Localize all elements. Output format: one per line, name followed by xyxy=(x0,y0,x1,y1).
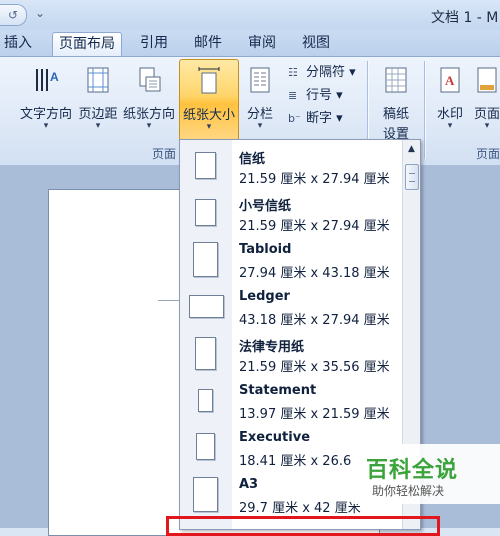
orientation-button[interactable]: 纸张方向 ▾ xyxy=(120,59,178,139)
page-shape-icon xyxy=(195,152,216,179)
margins-icon xyxy=(87,67,109,93)
paper-size-name: 信纸 xyxy=(239,152,266,167)
group-label-page-background: 页面 xyxy=(476,147,500,161)
paper-size-option[interactable]: 信纸 21.59 厘米 x 27.94 厘米 xyxy=(180,142,402,189)
chevron-down-icon: ▾ xyxy=(349,65,356,80)
text-direction-label: 文字方向 xyxy=(19,107,72,122)
breaks-label: 分隔符 xyxy=(306,65,346,80)
page-color-label: 页面 xyxy=(474,107,500,122)
paper-size-name: 法律专用纸 xyxy=(239,340,305,355)
paper-size-dims: 29.7 厘米 x 42 厘米 xyxy=(239,501,361,516)
chevron-down-icon: ▾ xyxy=(336,111,343,126)
paper-size-name: Executive xyxy=(239,430,311,445)
paper-size-name: Ledger xyxy=(239,289,290,304)
group-label-page-setup: 页面 xyxy=(152,147,177,161)
svg-text:A: A xyxy=(50,70,59,84)
title-bar: ↺ ⌄ 文档 1 - M xyxy=(0,0,500,30)
manuscript-icon xyxy=(385,67,407,93)
chevron-down-icon: ▾ xyxy=(484,121,490,131)
page-shape-icon xyxy=(195,199,216,226)
paper-size-option[interactable]: Statement 13.97 厘米 x 21.59 厘米 xyxy=(180,377,402,424)
window-title: 文档 1 - M xyxy=(431,10,499,26)
paper-size-name: A3 xyxy=(239,477,259,492)
chevron-down-icon: ▾ xyxy=(336,88,343,103)
watermark-title: 百科全说 xyxy=(366,458,459,483)
line-numbers-icon: ≣ xyxy=(288,89,298,102)
paper-size-label: 纸张大小 xyxy=(182,108,235,123)
page-shape-icon xyxy=(193,242,218,277)
breaks-button[interactable]: ☷ 分隔符 ▾ xyxy=(288,63,356,83)
paper-size-dims: 18.41 厘米 x 26.6 xyxy=(239,454,352,469)
chevron-down-icon: ▾ xyxy=(206,122,212,132)
line-numbers-button[interactable]: ≣ 行号 ▾ xyxy=(288,86,343,106)
columns-label: 分栏 xyxy=(246,107,273,122)
watermark-label: 水印 xyxy=(436,107,463,122)
manuscript-label-line1: 稿纸 xyxy=(382,107,409,122)
line-numbers-label: 行号 xyxy=(306,88,333,103)
page-shape-icon xyxy=(189,295,224,318)
breaks-icon: ☷ xyxy=(288,66,298,79)
undo-icon[interactable]: ↺ xyxy=(0,4,27,26)
paper-size-name: Statement xyxy=(239,383,317,398)
page-color-icon xyxy=(477,67,497,93)
text-direction-icon: A xyxy=(36,69,59,91)
paper-size-option[interactable]: 小号信纸 21.59 厘米 x 27.94 厘米 xyxy=(180,189,402,236)
paper-size-option[interactable]: 法律专用纸 21.59 厘米 x 35.56 厘米 xyxy=(180,330,402,377)
group-separator xyxy=(424,61,425,159)
tab-references[interactable]: 引用 xyxy=(140,32,168,55)
tab-mailings[interactable]: 邮件 xyxy=(194,32,222,55)
undo-glyph: ↺ xyxy=(7,8,19,22)
manuscript-settings-button[interactable]: 稿纸 设置 xyxy=(372,59,420,143)
tab-review[interactable]: 审阅 xyxy=(248,32,276,55)
page-shape-icon xyxy=(196,433,215,460)
hyphenation-label: 断字 xyxy=(306,111,333,126)
highlight-box xyxy=(166,516,440,536)
paper-size-dims: 27.94 厘米 x 43.18 厘米 xyxy=(239,266,390,281)
quick-access-customize-icon[interactable]: ⌄ xyxy=(35,6,45,20)
paper-size-name: 小号信纸 xyxy=(239,199,292,214)
chevron-down-icon: ▾ xyxy=(146,121,152,131)
paper-size-name: Tabloid xyxy=(239,242,292,257)
chevron-down-icon: ▾ xyxy=(95,121,101,131)
paper-size-option[interactable]: Tabloid 27.94 厘米 x 43.18 厘米 xyxy=(180,236,402,283)
text-direction-button[interactable]: A 文字方向 ▾ xyxy=(14,59,78,139)
tab-insert[interactable]: 插入 xyxy=(4,32,32,55)
orientation-label: 纸张方向 xyxy=(122,107,175,122)
site-watermark: 百科全说 助你轻松解决 xyxy=(352,444,500,504)
columns-button[interactable]: 分栏 ▾ xyxy=(240,59,280,139)
margins-label: 页边距 xyxy=(78,107,118,122)
watermark-icon: A xyxy=(440,67,460,93)
margins-button[interactable]: 页边距 ▾ xyxy=(76,59,120,139)
watermark-button[interactable]: A 水印 ▾ xyxy=(430,59,470,139)
orientation-icon xyxy=(139,67,161,92)
ribbon-tab-row: 插入 页面布局 引用 邮件 审阅 视图 xyxy=(0,30,500,56)
paper-size-dims: 43.18 厘米 x 27.94 厘米 xyxy=(239,313,390,328)
paper-size-icon xyxy=(198,67,220,94)
page-shape-icon xyxy=(195,337,216,370)
hyphenation-icon: b⁻ xyxy=(288,112,301,125)
tab-page-layout[interactable]: 页面布局 xyxy=(52,32,122,56)
tab-view[interactable]: 视图 xyxy=(302,32,330,55)
watermark-subtitle: 助你轻松解决 xyxy=(372,484,445,498)
svg-text:A: A xyxy=(445,73,455,88)
scroll-up-icon[interactable]: ▲ xyxy=(403,144,420,158)
columns-icon xyxy=(250,67,270,93)
page-shape-icon xyxy=(193,477,218,512)
paper-size-dims: 13.97 厘米 x 21.59 厘米 xyxy=(239,407,390,422)
paper-size-button[interactable]: 纸张大小 ▾ xyxy=(179,59,239,141)
chevron-down-icon: ▾ xyxy=(43,121,49,131)
chevron-down-icon: ▾ xyxy=(257,121,263,131)
paper-size-dims: 21.59 厘米 x 35.56 厘米 xyxy=(239,360,390,375)
paper-size-dims: 21.59 厘米 x 27.94 厘米 xyxy=(239,219,390,234)
paper-size-option[interactable]: Ledger 43.18 厘米 x 27.94 厘米 xyxy=(180,283,402,330)
margin-corner-mark xyxy=(158,300,180,301)
scroll-thumb[interactable] xyxy=(405,164,419,190)
hyphenation-button[interactable]: b⁻ 断字 ▾ xyxy=(288,109,343,129)
paper-size-dims: 21.59 厘米 x 27.94 厘米 xyxy=(239,172,390,187)
page-color-button[interactable]: 页面 ▾ xyxy=(474,59,500,139)
page-shape-icon xyxy=(198,389,213,412)
chevron-down-icon: ▾ xyxy=(447,121,453,131)
